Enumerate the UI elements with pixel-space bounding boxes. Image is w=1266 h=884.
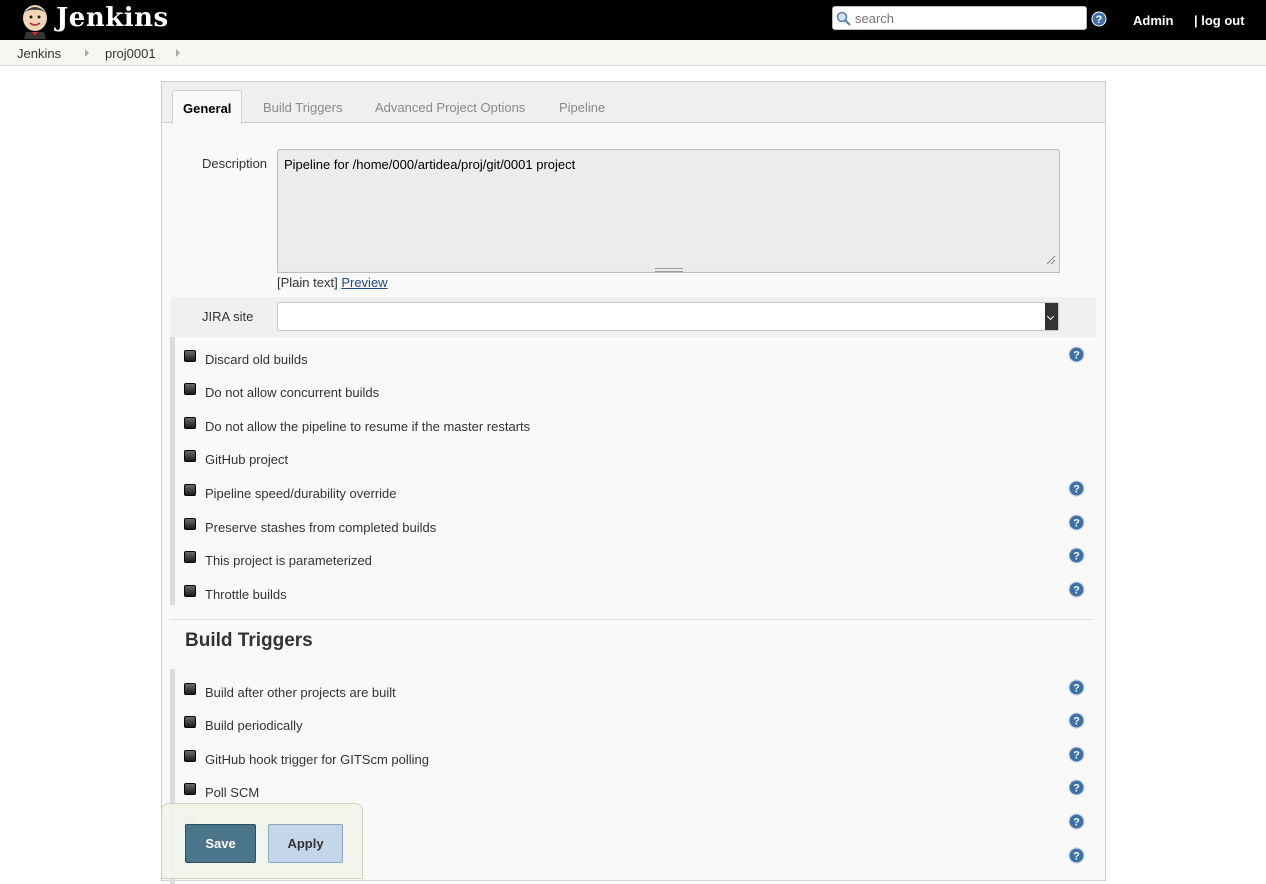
chevron-down-icon[interactable] <box>1045 303 1058 330</box>
help-icon[interactable]: ? <box>1068 779 1085 796</box>
breadcrumb-chevron-icon[interactable] <box>85 49 89 57</box>
search-icon <box>836 11 851 26</box>
checkbox[interactable] <box>184 683 196 695</box>
svg-text:?: ? <box>1073 484 1080 496</box>
save-button[interactable]: Save <box>185 824 256 863</box>
option-label[interactable]: GitHub project <box>205 452 288 467</box>
option-label[interactable]: This project is parameterized <box>205 553 372 568</box>
svg-text:?: ? <box>1073 350 1080 362</box>
help-icon[interactable]: ? <box>1068 847 1085 864</box>
svg-text:?: ? <box>1073 585 1080 597</box>
svg-text:?: ? <box>1073 518 1080 530</box>
help-icon[interactable]: ? <box>1068 547 1085 564</box>
config-tabbar: General Build Triggers Advanced Project … <box>162 82 1105 124</box>
help-icon[interactable]: ? <box>1068 746 1085 763</box>
svg-text:?: ? <box>1073 783 1080 795</box>
checkbox[interactable] <box>184 484 196 496</box>
option-label[interactable]: Pipeline speed/durability override <box>205 486 397 501</box>
svg-text:?: ? <box>1073 750 1080 762</box>
svg-text:?: ? <box>1073 551 1080 563</box>
option-label[interactable]: Do not allow the pipeline to resume if t… <box>205 419 530 434</box>
option-label[interactable]: Throttle builds <box>205 587 287 602</box>
user-link[interactable]: Admin <box>1133 13 1173 28</box>
resize-corner-icon[interactable] <box>1046 255 1056 265</box>
checkbox[interactable] <box>184 417 196 429</box>
help-icon[interactable]: ? <box>1068 712 1085 729</box>
option-label[interactable]: Build after other projects are built <box>205 685 396 700</box>
tab-build-triggers[interactable]: Build Triggers <box>263 100 342 115</box>
section-band <box>170 297 175 605</box>
option-label[interactable]: Poll SCM <box>205 785 259 800</box>
checkbox[interactable] <box>184 350 196 362</box>
preview-link[interactable]: Preview <box>341 275 387 290</box>
search-input[interactable] <box>853 9 1081 27</box>
format-label: [Plain text] <box>277 275 338 290</box>
help-icon[interactable]: ? <box>1068 346 1085 363</box>
jenkins-logo-icon[interactable] <box>18 3 54 39</box>
option-label[interactable]: Discard old builds <box>205 352 308 367</box>
tab-general[interactable]: General <box>172 90 243 124</box>
help-icon[interactable]: ? <box>1068 480 1085 497</box>
help-icon[interactable]: ? <box>1068 514 1085 531</box>
tab-advanced-project-options[interactable]: Advanced Project Options <box>375 100 525 115</box>
top-header: Jenkins ? Admin | log out <box>0 0 1266 40</box>
brand-title[interactable]: Jenkins <box>56 3 169 33</box>
option-label[interactable]: Do not allow concurrent builds <box>205 385 379 400</box>
help-icon[interactable]: ? <box>1068 813 1085 830</box>
svg-text:?: ? <box>1073 716 1080 728</box>
breadcrumb: Jenkins proj0001 <box>0 40 1266 66</box>
search-box[interactable] <box>832 6 1087 30</box>
svg-text:?: ? <box>1073 851 1080 863</box>
breadcrumb-chevron-icon[interactable] <box>176 49 180 57</box>
search-help-icon[interactable]: ? <box>1091 11 1107 27</box>
option-label[interactable]: GitHub hook trigger for GITScm polling <box>205 752 429 767</box>
option-label[interactable]: Build periodically <box>205 718 303 733</box>
option-label[interactable]: Preserve stashes from completed builds <box>205 520 436 535</box>
checkbox[interactable] <box>184 383 196 395</box>
jira-site-select[interactable] <box>277 302 1059 331</box>
checkbox[interactable] <box>184 450 196 462</box>
markup-format-note: [Plain text] Preview <box>277 275 388 290</box>
breadcrumb-item-jenkins[interactable]: Jenkins <box>17 46 61 61</box>
apply-button[interactable]: Apply <box>268 824 343 863</box>
svg-text:?: ? <box>1073 817 1080 829</box>
logout-link[interactable]: | log out <box>1194 13 1245 28</box>
jira-site-label: JIRA site <box>202 309 254 324</box>
checkbox[interactable] <box>184 551 196 563</box>
checkbox[interactable] <box>184 585 196 597</box>
description-field[interactable]: Pipeline for /home/000/artidea/proj/git/… <box>277 149 1060 269</box>
tab-pipeline[interactable]: Pipeline <box>559 100 605 115</box>
svg-text:?: ? <box>1073 683 1080 695</box>
section-divider <box>170 619 1092 620</box>
checkbox[interactable] <box>184 716 196 728</box>
checkbox[interactable] <box>184 518 196 530</box>
checkbox[interactable] <box>184 750 196 762</box>
description-label: Description <box>202 156 268 171</box>
svg-text:?: ? <box>1096 14 1103 26</box>
help-icon[interactable]: ? <box>1068 679 1085 696</box>
breadcrumb-item-project[interactable]: proj0001 <box>105 46 156 61</box>
textarea-resize-handle[interactable] <box>277 268 1060 273</box>
build-triggers-heading: Build Triggers <box>185 630 313 651</box>
help-icon[interactable]: ? <box>1068 581 1085 598</box>
checkbox[interactable] <box>184 783 196 795</box>
config-panel: General Build Triggers Advanced Project … <box>161 81 1106 884</box>
